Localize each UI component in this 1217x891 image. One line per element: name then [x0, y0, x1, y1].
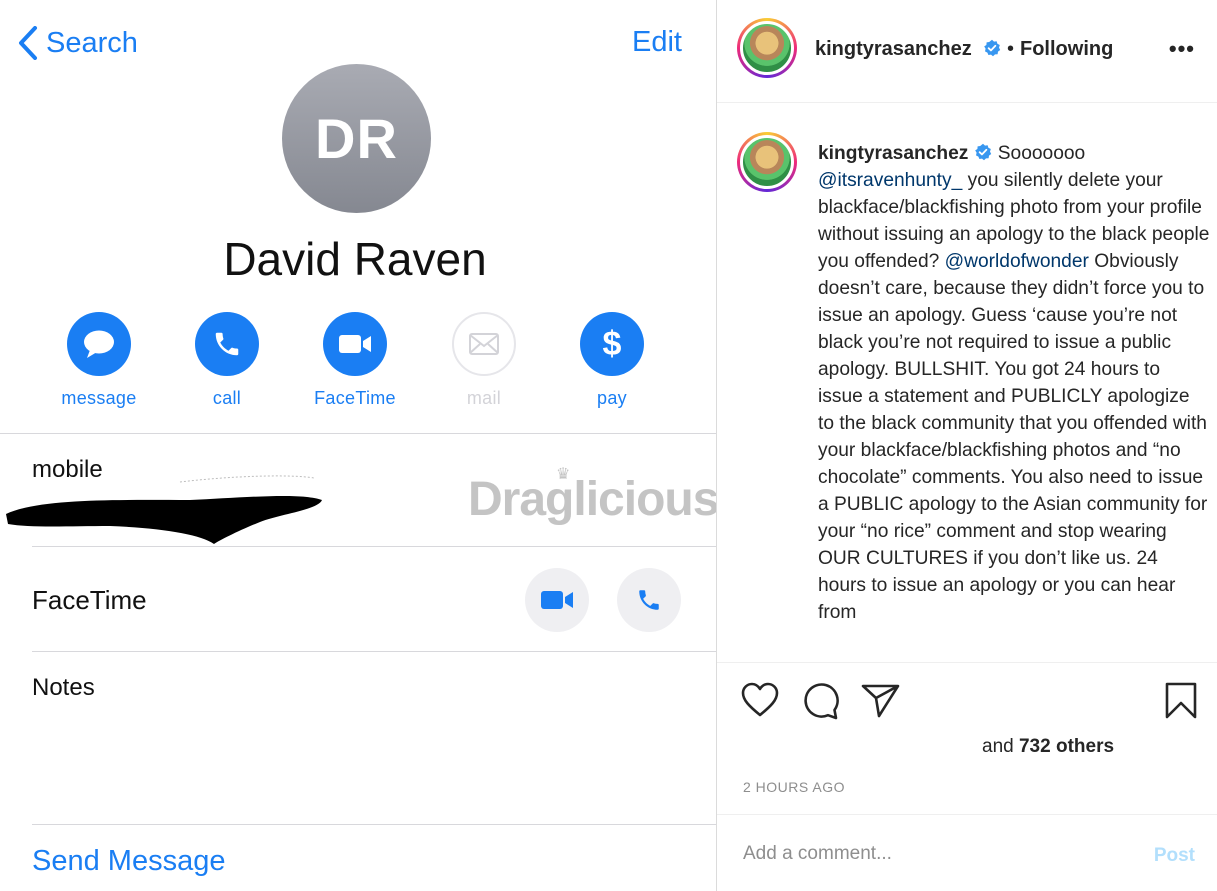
facetime-action-label: FaceTime	[314, 388, 396, 408]
heart-icon[interactable]	[741, 682, 779, 718]
divider	[0, 433, 716, 434]
bookmark-icon[interactable]	[1164, 682, 1198, 720]
message-action-label: message	[61, 388, 137, 408]
post-timestamp: 2 HOURS AGO	[743, 779, 845, 795]
pay-action-button[interactable]: $ pay	[557, 312, 667, 409]
call-action-button[interactable]: call	[172, 312, 282, 409]
video-camera-icon	[323, 312, 387, 376]
pay-action-label: pay	[597, 388, 627, 408]
mention-link[interactable]: @worldofwonder	[945, 251, 1089, 272]
watermark-logo: Draglicious ♛	[468, 466, 716, 526]
crown-icon: ♛	[556, 466, 570, 483]
caption-text: Obviously doesn’t care, because they did…	[818, 251, 1208, 623]
send-message-button[interactable]: Send Message	[32, 845, 225, 878]
contact-avatar: DR	[282, 64, 431, 213]
caption-avatar[interactable]	[737, 132, 797, 192]
phone-icon	[639, 590, 659, 610]
divider	[717, 102, 1217, 103]
redaction-scribble	[6, 475, 322, 544]
verified-badge-icon	[984, 39, 1001, 57]
post-caption: kingtyrasanchez Sooooooo @itsravenhunty_…	[818, 140, 1210, 626]
notes-label: Notes	[32, 674, 95, 701]
facetime-row-label: FaceTime	[32, 585, 147, 615]
instagram-post: kingtyrasanchez • Following ••• kingtyra…	[716, 0, 1217, 891]
envelope-icon	[452, 312, 516, 376]
video-camera-icon	[541, 591, 573, 609]
caption-username[interactable]: kingtyrasanchez	[818, 143, 968, 164]
divider	[32, 651, 716, 652]
caption-opening: Sooooooo	[997, 143, 1086, 164]
facetime-action-button[interactable]: FaceTime	[300, 312, 410, 409]
separator-dot: •	[1007, 38, 1015, 60]
message-bubble-icon	[67, 312, 131, 376]
avatar-initials: DR	[315, 107, 398, 170]
message-action-button[interactable]: message	[44, 312, 154, 409]
verified-badge-icon	[975, 143, 992, 161]
facetime-audio-button[interactable]	[617, 568, 681, 632]
contact-card: Search Edit DR David Raven message call …	[0, 0, 716, 891]
edit-button[interactable]: Edit	[632, 26, 682, 59]
back-label: Search	[46, 26, 138, 59]
contact-actions: message call FaceTime mail $ pay	[50, 312, 660, 412]
phone-icon	[195, 312, 259, 376]
profile-avatar[interactable]	[737, 18, 797, 78]
chevron-left-icon	[19, 26, 37, 60]
more-options-icon[interactable]: •••	[1169, 36, 1195, 62]
back-search-button[interactable]: Search	[18, 26, 138, 60]
post-author-username[interactable]: kingtyrasanchez	[815, 38, 1001, 61]
facetime-video-button[interactable]	[525, 568, 589, 632]
divider	[717, 814, 1217, 815]
post-comment-button[interactable]: Post	[1154, 845, 1195, 867]
divider	[717, 662, 1217, 663]
divider	[32, 546, 716, 547]
comment-input[interactable]	[743, 843, 1133, 865]
contact-name: David Raven	[223, 233, 487, 285]
mail-action-button: mail	[429, 312, 539, 409]
following-button[interactable]: Following	[1020, 38, 1113, 61]
call-action-label: call	[212, 388, 242, 408]
likes-count[interactable]: and 732 others	[982, 736, 1114, 758]
dollar-icon: $	[580, 312, 644, 376]
share-icon[interactable]	[861, 683, 901, 719]
mail-action-label: mail	[466, 388, 502, 408]
comment-icon[interactable]	[801, 682, 839, 720]
mention-link[interactable]: @itsravenhunty_	[818, 170, 962, 191]
divider	[32, 824, 716, 825]
